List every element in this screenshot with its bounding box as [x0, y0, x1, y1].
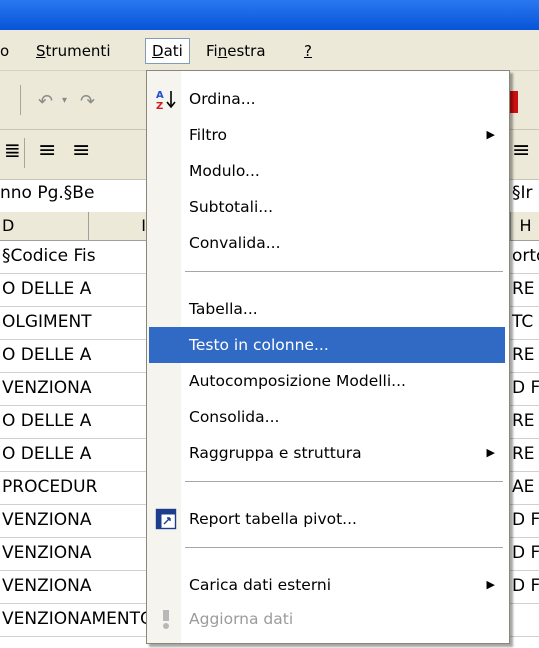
menu-finestra[interactable]: Finestra	[200, 39, 272, 63]
menu-item-testo-in-colonne[interactable]: Testo in colonne...	[149, 327, 505, 363]
menu-dati[interactable]: Dati	[145, 38, 190, 64]
submenu-arrow-icon: ▶	[486, 128, 495, 141]
submenu-arrow-icon: ▶	[486, 578, 495, 591]
sort-ascending-icon: A Z	[156, 90, 176, 110]
align-left-icon[interactable]: ≡	[38, 138, 56, 163]
grid-cell[interactable]: RE	[512, 441, 539, 468]
grid-cell[interactable]: §Codice Fis	[2, 243, 146, 270]
column-header-h[interactable]: H	[510, 212, 539, 240]
menu-item-consolida[interactable]: Consolida...	[149, 399, 505, 435]
menu-item-subtotali[interactable]: Subtotali...	[149, 189, 505, 225]
menu-item-tabella[interactable]: Tabella...	[149, 291, 505, 327]
grid-cell[interactable]: D F	[512, 540, 539, 567]
grid-cell[interactable]: RE	[512, 276, 539, 303]
title-bar	[0, 0, 539, 30]
align-right-icon[interactable]: ≡	[512, 138, 530, 163]
grid-cell[interactable]: VENZIONA	[2, 375, 146, 402]
grid-cell[interactable]: PROCEDUR	[2, 474, 146, 501]
formula-text-right: §Ir	[512, 183, 533, 203]
undo-dropdown-icon[interactable]: ▾	[62, 95, 67, 106]
grid-cell[interactable]: VENZIONA	[2, 507, 146, 534]
formula-text: nno Pg.§Be	[0, 183, 95, 203]
menu-item-modulo[interactable]: Modulo...	[149, 153, 505, 189]
align-icon[interactable]: ≣	[4, 138, 21, 162]
grid-cell[interactable]: O DELLE A	[2, 441, 146, 468]
align-center-icon[interactable]: ≡	[72, 138, 90, 163]
undo-icon[interactable]: ↶	[38, 91, 53, 112]
grid-cell[interactable]: TC	[512, 309, 539, 336]
svg-text:Z: Z	[156, 101, 163, 110]
grid-cell[interactable]: O DELLE A	[2, 408, 146, 435]
menu-item-autocomposizione-modelli[interactable]: Autocomposizione Modelli...	[149, 363, 505, 399]
grid-cell[interactable]: RE	[512, 408, 539, 435]
grid-cell[interactable]	[512, 606, 539, 633]
menu-item-raggruppa-e-struttura[interactable]: Raggruppa e struttura ▶	[149, 435, 505, 471]
menu-item-report-tabella-pivot[interactable]: Report tabella pivot...	[149, 501, 505, 537]
grid-cell[interactable]: OLGIMENT	[2, 309, 146, 336]
column-header-e[interactable]: I	[88, 212, 147, 240]
redo-icon[interactable]: ↷	[80, 91, 95, 112]
grid-cell[interactable]: D F	[512, 375, 539, 402]
submenu-arrow-icon: ▶	[486, 446, 495, 459]
grid-cell[interactable]: RE	[512, 342, 539, 369]
menu-separator	[185, 481, 503, 482]
menu-strumenti[interactable]: Strumenti	[30, 39, 116, 63]
menu-item-aggiorna-dati: Aggiorna dati	[149, 601, 505, 637]
chart-icon[interactable]	[510, 91, 518, 113]
menu-separator	[185, 271, 503, 272]
column-header-d[interactable]: D	[0, 212, 89, 240]
menu-item-hidden[interactable]: o	[0, 39, 15, 63]
menu-item-filtro[interactable]: Filtro ▶	[149, 117, 505, 153]
svg-text:A: A	[156, 90, 164, 101]
menu-item-carica-dati-esterni[interactable]: Carica dati esterni ▶	[149, 567, 505, 603]
grid-cell[interactable]: orto	[512, 243, 539, 270]
grid-cell[interactable]: O DELLE A	[2, 276, 146, 303]
menu-help[interactable]: ?	[298, 39, 318, 63]
grid-cell[interactable]: VENZIONA	[2, 540, 146, 567]
grid-cell[interactable]: D F	[512, 573, 539, 600]
grid-cell[interactable]: O DELLE A	[2, 342, 146, 369]
grid-cell[interactable]: VENZIONA	[2, 573, 146, 600]
grid-cell[interactable]: D F	[512, 507, 539, 534]
grid-cell[interactable]: AE	[512, 474, 539, 501]
pivot-table-icon	[155, 508, 177, 530]
refresh-data-icon	[163, 610, 169, 629]
menu-item-ordina[interactable]: A Z Ordina...	[149, 81, 505, 117]
menu-separator	[185, 547, 503, 548]
menu-item-convalida[interactable]: Convalida...	[149, 225, 505, 261]
dati-dropdown-menu: A Z Ordina... Filtro ▶ Modulo... Subtota…	[146, 70, 510, 644]
menu-bar: o Strumenti Dati Finestra ?	[0, 30, 539, 71]
